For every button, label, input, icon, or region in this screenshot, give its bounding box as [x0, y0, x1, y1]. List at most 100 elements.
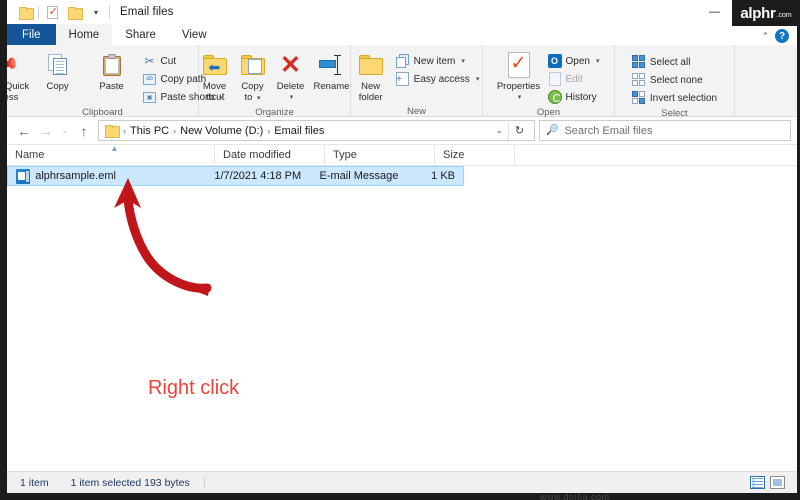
window-frame-left: [0, 0, 7, 500]
details-view-button[interactable]: [748, 475, 766, 491]
curved-arrow-icon: [114, 178, 212, 296]
outlook-email-icon: [16, 168, 31, 184]
file-type-cell: E-mail Message: [319, 170, 399, 182]
status-item-count: 1 item: [20, 476, 49, 489]
tab-share[interactable]: Share: [112, 24, 169, 45]
copy-path-icon: ab: [143, 72, 157, 86]
breadcrumb-new-volume[interactable]: New Volume (D:): [177, 125, 266, 137]
move-to-label-2: to ▾: [206, 92, 223, 103]
move-to-button[interactable]: ⬅ Move to ▾: [196, 49, 234, 106]
properties-button[interactable]: Properties ▾: [494, 49, 544, 105]
chevron-up-icon[interactable]: ⌃: [761, 31, 769, 42]
easy-access-icon: [396, 72, 410, 86]
history-button[interactable]: History: [544, 88, 604, 106]
table-row[interactable]: alphrsample.eml 1/7/2021 4:18 PM E-mail …: [7, 166, 464, 186]
select-all-button[interactable]: Select all: [628, 53, 721, 71]
cut-label: Cut: [160, 55, 177, 67]
group-label-organize: Organize: [255, 107, 294, 118]
invert-selection-icon: [631, 91, 646, 105]
open-label: Open: [565, 55, 590, 67]
copy-to-label-2: to ▾: [244, 92, 261, 103]
invert-selection-label: Invert selection: [649, 92, 718, 104]
select-none-icon: [631, 73, 646, 87]
easy-access-caret-icon[interactable]: ▾: [476, 75, 480, 83]
ribbon-group-new: New folder New item ▾ E: [350, 45, 484, 117]
new-item-icon: [395, 54, 410, 68]
rename-icon: [318, 51, 345, 79]
qat-new-folder-icon[interactable]: [63, 2, 85, 22]
column-header-type[interactable]: Type: [325, 144, 435, 166]
column-header-date-label: Date modified: [223, 149, 291, 161]
delete-caret-icon[interactable]: ▾: [290, 92, 294, 103]
open-caret-icon[interactable]: ▾: [596, 57, 600, 65]
qat-divider-2: [109, 6, 110, 18]
qat-properties-icon[interactable]: [41, 2, 63, 22]
file-date-cell: 1/7/2021 4:18 PM: [214, 170, 302, 182]
ribbon-group-open: Properties ▾ O Open ▾ Edit: [483, 45, 615, 118]
status-bar: 1 item 1 item selected 193 bytes: [7, 471, 797, 493]
address-dropdown-icon[interactable]: ⌄: [490, 125, 508, 136]
paste-label: Paste: [99, 81, 124, 92]
qat-customize-caret-icon[interactable]: ▾: [85, 2, 107, 22]
tab-home[interactable]: Home: [55, 24, 113, 45]
breadcrumb-email-files[interactable]: Email files: [271, 125, 327, 137]
copy-icon: [47, 51, 68, 79]
edit-button[interactable]: Edit: [544, 70, 604, 88]
search-input[interactable]: Search Email files: [564, 125, 652, 137]
select-small-buttons: Select all Select none Invert selection: [628, 49, 721, 107]
select-none-button[interactable]: Select none: [628, 71, 721, 89]
status-divider: [203, 476, 205, 489]
refresh-button[interactable]: ↻: [508, 120, 530, 141]
address-bar[interactable]: › This PC › New Volume (D:) › Email file…: [98, 120, 535, 141]
easy-access-button[interactable]: Easy access ▾: [392, 70, 484, 88]
view-mode-buttons: [748, 475, 797, 491]
ribbon-tab-right-controls: ⌃ ?: [761, 29, 797, 45]
minimize-button[interactable]: —: [698, 0, 731, 24]
help-button[interactable]: ?: [775, 29, 789, 43]
annotation-overlay: Right click: [7, 136, 797, 500]
back-button[interactable]: ←: [13, 120, 35, 142]
invert-selection-button[interactable]: Invert selection: [628, 89, 721, 107]
large-icons-view-button[interactable]: [768, 475, 786, 491]
new-folder-label-2: folder: [358, 92, 383, 103]
copy-button[interactable]: Copy: [31, 49, 85, 94]
up-button[interactable]: ↑: [73, 120, 95, 142]
open-button[interactable]: O Open ▾: [544, 52, 604, 70]
address-bar-row: ← → ⌄ ↑ › This PC › New Volume (D:) › Em…: [7, 117, 797, 144]
search-box[interactable]: 🔍 Search Email files: [539, 120, 791, 141]
tab-view[interactable]: View: [169, 24, 220, 45]
copy-to-button[interactable]: Copy to ▾: [234, 49, 272, 106]
rename-button[interactable]: Rename: [310, 49, 354, 94]
copy-to-label-1: Copy: [241, 81, 264, 92]
new-folder-button[interactable]: New folder: [350, 49, 392, 105]
properties-caret-icon[interactable]: ▾: [518, 92, 522, 103]
file-explorer-window: ▾ Email files — File Home Share View ⌃ ?: [0, 0, 800, 500]
column-header-size-label: Size: [443, 149, 465, 161]
bottom-watermark: www.dejfia.com: [540, 492, 610, 500]
file-list[interactable]: alphrsample.eml 1/7/2021 4:18 PM E-mail …: [7, 166, 797, 471]
column-header-date-modified[interactable]: Date modified: [215, 144, 325, 166]
tab-file[interactable]: File: [7, 24, 56, 45]
window-title: Email files: [120, 6, 174, 18]
new-item-button[interactable]: New item ▾: [392, 52, 484, 70]
forward-button[interactable]: →: [35, 120, 57, 142]
delete-button[interactable]: ✕ Delete ▾: [272, 49, 310, 105]
qat-folder-icon[interactable]: [14, 2, 36, 22]
address-folder-icon: [105, 125, 120, 138]
ribbon-group-clipboard: 📌 Pin to Quick access Copy: [0, 45, 224, 118]
sort-ascending-icon: ▲: [110, 144, 119, 153]
paste-button[interactable]: Paste: [85, 49, 139, 94]
history-icon: [547, 90, 562, 104]
new-item-label: New item: [413, 55, 456, 67]
recent-locations-button[interactable]: ⌄: [57, 120, 73, 142]
history-label: History: [565, 91, 597, 103]
window-frame-bottom: [0, 493, 800, 500]
open-outlook-icon: O: [547, 54, 562, 68]
new-folder-label-1: New: [361, 81, 381, 92]
move-to-icon: ⬅: [202, 51, 227, 79]
ribbon-group-select: Select all Select none Invert selection …: [615, 45, 735, 119]
column-header-size[interactable]: Size: [435, 144, 515, 166]
column-header-name[interactable]: ▲ Name: [7, 144, 215, 166]
new-item-caret-icon[interactable]: ▾: [461, 57, 465, 65]
breadcrumb-this-pc[interactable]: This PC: [127, 125, 172, 137]
